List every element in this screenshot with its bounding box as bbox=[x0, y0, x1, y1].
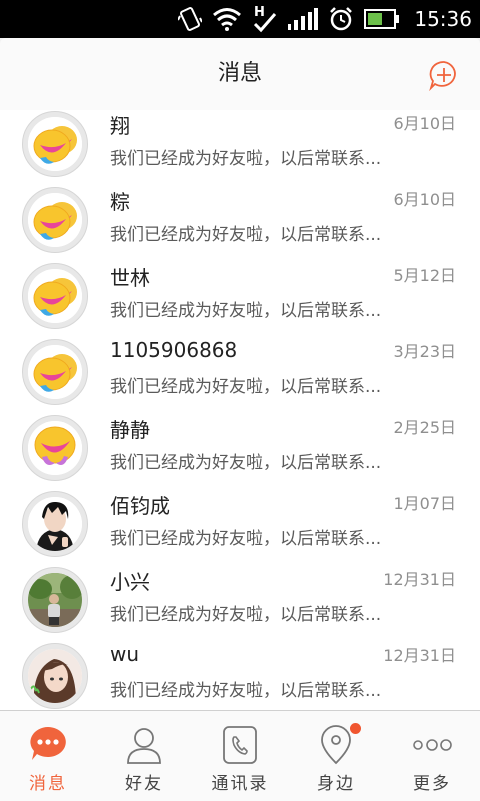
alarm-icon bbox=[330, 7, 353, 31]
avatar bbox=[22, 263, 88, 329]
conversation-item[interactable]: 佰钧成 1月07日 我们已经成为好友啦，以后常联系... bbox=[0, 484, 480, 561]
conversation-name: 粽 bbox=[110, 190, 130, 214]
conversation-item[interactable]: 翔 6月10日 我们已经成为好友啦，以后常联系... bbox=[0, 110, 480, 181]
photo-avatar bbox=[28, 573, 82, 627]
bottom-tab-bar: 消息 好友 通讯录 身边 更多 bbox=[0, 710, 480, 801]
qq-double-icon bbox=[28, 269, 82, 323]
vibrate-icon bbox=[178, 7, 203, 31]
avatar bbox=[22, 339, 88, 405]
header: 消息 bbox=[0, 38, 480, 111]
tab-more[interactable]: 更多 bbox=[384, 711, 480, 801]
status-icons: H 15:36 bbox=[178, 0, 472, 38]
conversation-preview: 我们已经成为好友啦，以后常联系... bbox=[110, 681, 382, 701]
tab-contacts[interactable]: 通讯录 bbox=[192, 711, 288, 801]
tab-label: 身边 bbox=[317, 774, 355, 794]
avatar bbox=[22, 111, 88, 177]
tab-label: 消息 bbox=[29, 774, 67, 794]
network-type-label: H bbox=[254, 5, 265, 20]
conversation-date: 3月23日 bbox=[393, 342, 456, 361]
qq-single-icon bbox=[28, 421, 82, 475]
tab-nearby[interactable]: 身边 bbox=[288, 711, 384, 801]
tab-friends[interactable]: 好友 bbox=[96, 711, 192, 801]
conversation-item[interactable]: 世林 5月12日 我们已经成为好友啦，以后常联系... bbox=[0, 256, 480, 333]
avatar bbox=[22, 643, 88, 709]
conversation-item[interactable]: 1105906868 3月23日 我们已经成为好友啦，以后常联系... bbox=[0, 332, 480, 409]
tab-label: 好友 bbox=[125, 774, 163, 794]
avatar bbox=[22, 187, 88, 253]
conversation-date: 1月07日 bbox=[393, 494, 456, 513]
avatar bbox=[22, 415, 88, 481]
conversation-preview: 我们已经成为好友啦，以后常联系... bbox=[110, 453, 382, 473]
conversation-name: 1105906868 bbox=[110, 338, 238, 362]
conversation-name: 小兴 bbox=[110, 570, 150, 594]
battery-icon bbox=[364, 9, 400, 29]
conversation-preview: 我们已经成为好友啦，以后常联系... bbox=[110, 529, 382, 549]
conversation-name: 翔 bbox=[110, 114, 130, 138]
conversation-preview: 我们已经成为好友啦，以后常联系... bbox=[110, 605, 382, 625]
person-icon bbox=[127, 728, 161, 764]
qq-double-icon bbox=[28, 345, 82, 399]
conversation-date: 6月10日 bbox=[393, 190, 456, 209]
add-chat-button[interactable] bbox=[428, 59, 460, 91]
conversation-name: wu bbox=[110, 642, 140, 666]
conversation-item[interactable]: 粽 6月10日 我们已经成为好友啦，以后常联系... bbox=[0, 180, 480, 257]
conversation-name: 世林 bbox=[110, 266, 150, 290]
tab-label: 更多 bbox=[413, 774, 451, 794]
conversation-date: 2月25日 bbox=[393, 418, 456, 437]
conversation-preview: 我们已经成为好友啦，以后常联系... bbox=[110, 301, 382, 321]
avatar bbox=[22, 491, 88, 557]
conversation-preview: 我们已经成为好友啦，以后常联系... bbox=[110, 225, 382, 245]
conversation-list[interactable]: 翔 6月10日 我们已经成为好友啦，以后常联系... 粽 6月10日 我们已经成… bbox=[0, 110, 480, 710]
conversation-date: 12月31日 bbox=[383, 570, 456, 589]
conversation-item[interactable]: 静静 2月25日 我们已经成为好友啦，以后常联系... bbox=[0, 408, 480, 485]
notification-dot bbox=[350, 723, 361, 734]
network-h-icon: H bbox=[254, 5, 277, 33]
conversation-item[interactable]: 小兴 12月31日 我们已经成为好友啦，以后常联系... bbox=[0, 560, 480, 637]
qq-double-icon bbox=[28, 193, 82, 247]
tab-messages[interactable]: 消息 bbox=[0, 711, 96, 801]
chat-bubble-icon bbox=[30, 727, 66, 760]
photo-avatar-girl bbox=[28, 649, 82, 703]
tab-label: 通讯录 bbox=[211, 774, 269, 794]
conversation-preview: 我们已经成为好友啦，以后常联系... bbox=[110, 149, 382, 169]
conversation-item[interactable]: wu 12月31日 我们已经成为好友啦，以后常联系... bbox=[0, 636, 480, 710]
signal-icon bbox=[288, 8, 319, 30]
conversation-date: 6月10日 bbox=[393, 114, 456, 133]
conversation-name: 佰钧成 bbox=[110, 494, 170, 518]
status-bar: H 15:36 bbox=[0, 0, 480, 38]
qq-double-icon bbox=[28, 117, 82, 171]
wifi-icon bbox=[213, 8, 242, 31]
phone-book-icon bbox=[223, 726, 257, 764]
avatar bbox=[22, 567, 88, 633]
conversation-name: 静静 bbox=[110, 418, 150, 442]
anime-avatar bbox=[28, 497, 82, 551]
status-time: 15:36 bbox=[414, 7, 472, 31]
page-title: 消息 bbox=[217, 61, 262, 86]
conversation-date: 5月12日 bbox=[393, 266, 456, 285]
more-dots-icon bbox=[413, 739, 452, 751]
conversation-date: 12月31日 bbox=[383, 646, 456, 665]
conversation-preview: 我们已经成为好友啦，以后常联系... bbox=[110, 377, 382, 397]
